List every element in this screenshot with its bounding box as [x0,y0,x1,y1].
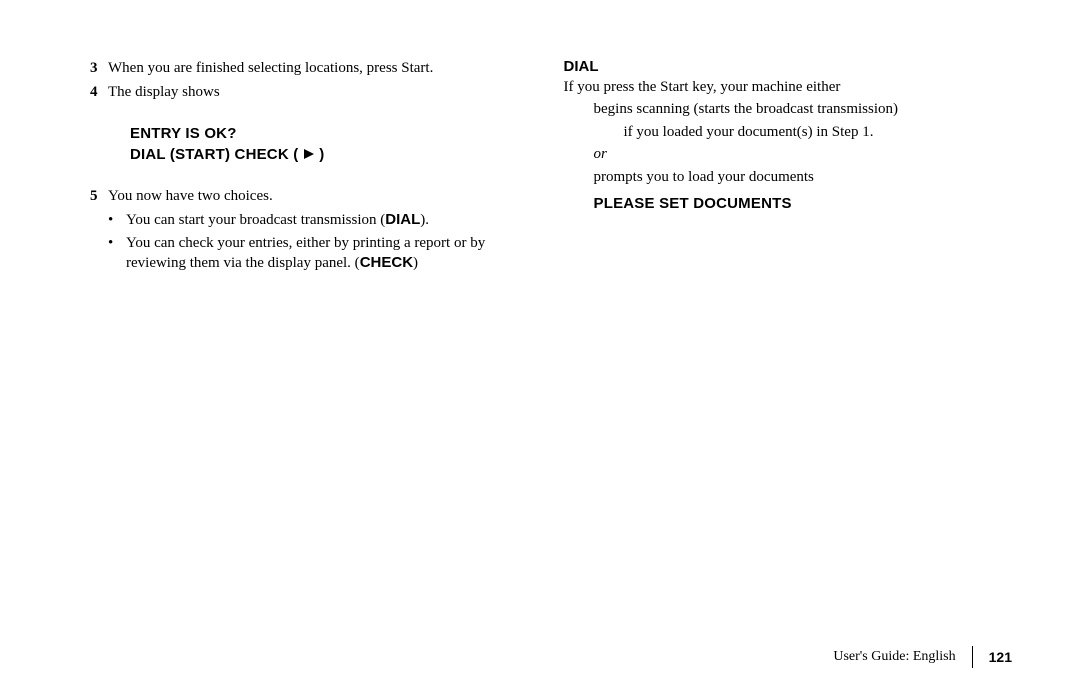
prompts-load: prompts you to load your documents [594,167,1006,187]
dial-heading: DIAL [564,58,1006,75]
lcd-display: ENTRY IS OK? DIAL (START) CHECK ( ) [130,123,532,167]
step-number: 4 [90,82,108,102]
step-5: 5 You now have two choices. [90,186,532,206]
bullet-check: • You can check your entries, either by … [108,233,532,274]
step-4: 4 The display shows [90,82,532,102]
lcd-display-setdocs: PLEASE SET DOCUMENTS [594,195,1006,212]
or-text: or [594,146,1006,163]
bullet-dot-icon: • [108,210,126,230]
display-line-1: ENTRY IS OK? [130,123,532,145]
step-number: 5 [90,186,108,206]
left-column: 3 When you are finished selecting locati… [90,58,532,273]
step-text: You now have two choices. [108,186,532,206]
step-3: 3 When you are finished selecting locati… [90,58,532,78]
bullet-dial: • You can start your broadcast transmiss… [108,210,532,230]
begins-scanning: begins scanning (starts the broadcast tr… [594,99,1006,119]
triangle-right-icon [303,144,315,166]
step-text: When you are finished selecting location… [108,58,532,78]
dial-intro: If you press the Start key, your machine… [564,77,1006,97]
display-line-2: DIAL (START) CHECK ( ) [130,144,532,166]
right-column: DIAL If you press the Start key, your ma… [564,58,1006,273]
step-number: 3 [90,58,108,78]
page-footer: User's Guide: English 121 [833,646,1012,668]
footer-divider [972,646,973,668]
step-text: The display shows [108,82,532,102]
bullet-dot-icon: • [108,233,126,274]
page-number: 121 [989,649,1012,665]
if-loaded: if you loaded your document(s) in Step 1… [624,122,1006,142]
footer-guide-label: User's Guide: English [833,649,955,665]
bullet-text: You can start your broadcast transmissio… [126,210,429,230]
bullet-text: You can check your entries, either by pr… [126,233,532,274]
